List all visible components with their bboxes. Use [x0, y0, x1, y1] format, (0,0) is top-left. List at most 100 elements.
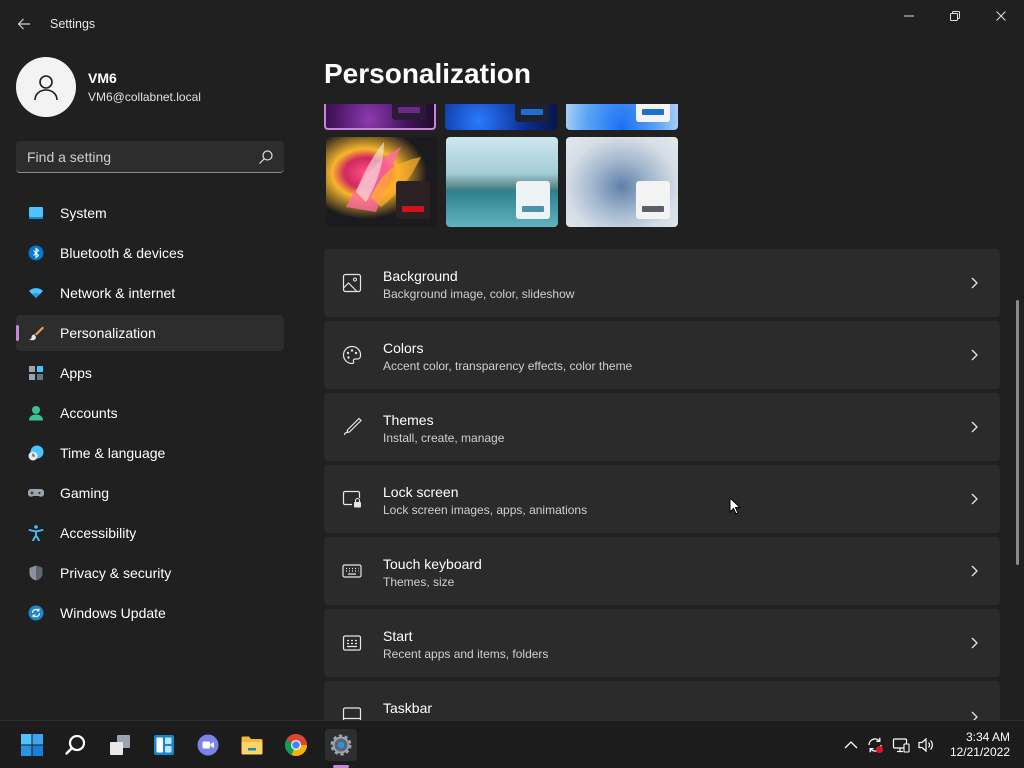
- wifi-icon: [29, 288, 43, 298]
- minimize-icon: [904, 15, 914, 17]
- setting-row-background[interactable]: Background Background image, color, slid…: [324, 249, 1000, 317]
- sidebar-item-apps[interactable]: Apps: [16, 355, 284, 391]
- taskbar-icon: [342, 707, 362, 720]
- setting-title: Colors: [383, 340, 424, 356]
- gamepad-icon: [28, 489, 44, 497]
- settings-content: Background Background image, color, slid…: [324, 104, 1000, 720]
- sidebar-item-windows-update[interactable]: Windows Update: [16, 595, 284, 631]
- keyboard-icon: [342, 564, 362, 578]
- update-icon: [28, 605, 44, 621]
- file-explorer-button[interactable]: [236, 729, 268, 761]
- bluetooth-icon: [28, 245, 44, 261]
- widgets-button[interactable]: [148, 729, 180, 761]
- clock-globe-icon: [28, 445, 44, 461]
- file-explorer-icon: [241, 736, 263, 755]
- sidebar-item-system[interactable]: System: [16, 195, 284, 231]
- sidebar-item-privacy-security[interactable]: Privacy & security: [16, 555, 284, 591]
- setting-title: Start: [383, 628, 413, 644]
- chrome-button[interactable]: [280, 729, 312, 761]
- setting-row-themes[interactable]: Themes Install, create, manage: [324, 393, 1000, 461]
- setting-row-start[interactable]: Start Recent apps and items, folders: [324, 609, 1000, 677]
- user-profile[interactable]: VM6 VM6@collabnet.local: [16, 57, 201, 117]
- search-input[interactable]: [16, 141, 252, 172]
- sidebar-item-bluetooth[interactable]: Bluetooth & devices: [16, 235, 284, 271]
- setting-row-touch-keyboard[interactable]: Touch keyboard Themes, size: [324, 537, 1000, 605]
- maximize-button[interactable]: [932, 4, 978, 28]
- volume-icon[interactable]: [917, 736, 935, 754]
- taskbar: 3:34 AM 12/21/2022: [0, 720, 1024, 768]
- apps-icon: [29, 366, 43, 380]
- setting-title: Themes: [383, 412, 434, 428]
- theme-thumbnail-glow[interactable]: [324, 104, 436, 130]
- theme-thumbnail-sunrise[interactable]: [566, 137, 678, 227]
- teams-chat-icon: [197, 734, 219, 756]
- search-icon: [65, 734, 86, 755]
- restore-icon: [950, 11, 960, 21]
- profile-email: VM6@collabnet.local: [88, 90, 201, 104]
- teams-chat-button[interactable]: [192, 729, 224, 761]
- theme-thumbnail-lake[interactable]: [446, 137, 558, 227]
- person-icon: [34, 75, 58, 101]
- task-view-button[interactable]: [104, 729, 136, 761]
- setting-row-colors[interactable]: Colors Accent color, transparency effect…: [324, 321, 1000, 389]
- title-bar: Settings: [0, 0, 1024, 48]
- search-icon[interactable]: [258, 149, 274, 165]
- page-title: Personalization: [324, 58, 531, 89]
- setting-row-lock-screen[interactable]: Lock screen Lock screen images, apps, an…: [324, 465, 1000, 533]
- setting-subtitle: Background image, color, slideshow: [383, 287, 575, 301]
- settings-app-button[interactable]: [325, 729, 357, 761]
- network-icon[interactable]: [892, 736, 910, 754]
- mouse-cursor-icon: [729, 497, 741, 515]
- setting-subtitle: Recent apps and items, folders: [383, 647, 549, 661]
- chevron-right-icon: [971, 493, 978, 505]
- sidebar-item-accessibility[interactable]: Accessibility: [16, 515, 284, 551]
- sidebar-nav: System Bluetooth & devices Network & int…: [16, 195, 284, 635]
- accessibility-icon: [28, 525, 44, 541]
- sync-alert-icon[interactable]: [866, 736, 884, 754]
- image-icon: [342, 273, 362, 293]
- setting-title: Taskbar: [383, 700, 433, 716]
- shield-icon: [29, 565, 43, 581]
- setting-title: Lock screen: [383, 484, 459, 500]
- chevron-right-icon: [971, 277, 978, 289]
- app-title: Settings: [50, 17, 96, 31]
- close-button[interactable]: [978, 4, 1024, 28]
- clock-date: 12/21/2022: [949, 745, 1010, 759]
- setting-subtitle: Themes, size: [383, 575, 455, 589]
- accounts-icon: [29, 406, 43, 421]
- chevron-right-icon: [971, 711, 978, 720]
- start-menu-icon: [342, 635, 362, 651]
- start-button[interactable]: [16, 729, 48, 761]
- task-view-icon: [110, 735, 130, 755]
- setting-row-taskbar[interactable]: Taskbar: [324, 681, 1000, 720]
- setting-title: Background: [383, 268, 458, 284]
- search-box: [16, 141, 284, 173]
- back-arrow-icon: [17, 18, 30, 30]
- profile-name: VM6: [88, 70, 117, 86]
- clock-time: 3:34 AM: [965, 730, 1010, 744]
- chevron-right-icon: [971, 565, 978, 577]
- avatar: [16, 57, 76, 117]
- sidebar-item-gaming[interactable]: Gaming: [16, 475, 284, 511]
- setting-title: Touch keyboard: [383, 556, 482, 572]
- settings-icon: [330, 734, 352, 756]
- chevron-right-icon: [971, 421, 978, 433]
- back-button[interactable]: [12, 12, 36, 36]
- taskbar-search-button[interactable]: [60, 729, 92, 761]
- content-scrollbar[interactable]: [1016, 300, 1019, 565]
- sidebar-item-network[interactable]: Network & internet: [16, 275, 284, 311]
- close-icon: [996, 11, 1006, 21]
- system-clock[interactable]: 3:34 AM 12/21/2022: [940, 730, 1010, 760]
- theme-thumbnail-windows-light[interactable]: [566, 104, 678, 130]
- theme-thumbnail-flow[interactable]: [326, 137, 438, 227]
- chevron-up-icon[interactable]: [842, 736, 860, 754]
- minimize-button[interactable]: [886, 4, 932, 28]
- sidebar-item-personalization[interactable]: Personalization: [16, 315, 284, 351]
- setting-subtitle: Install, create, manage: [383, 431, 505, 445]
- setting-subtitle: Lock screen images, apps, animations: [383, 503, 588, 517]
- theme-thumbnail-captured-motion[interactable]: [445, 104, 557, 130]
- sidebar-item-accounts[interactable]: Accounts: [16, 395, 284, 431]
- setting-subtitle: Accent color, transparency effects, colo…: [383, 359, 633, 373]
- sidebar-item-time-language[interactable]: Time & language: [16, 435, 284, 471]
- palette-icon: [342, 345, 362, 365]
